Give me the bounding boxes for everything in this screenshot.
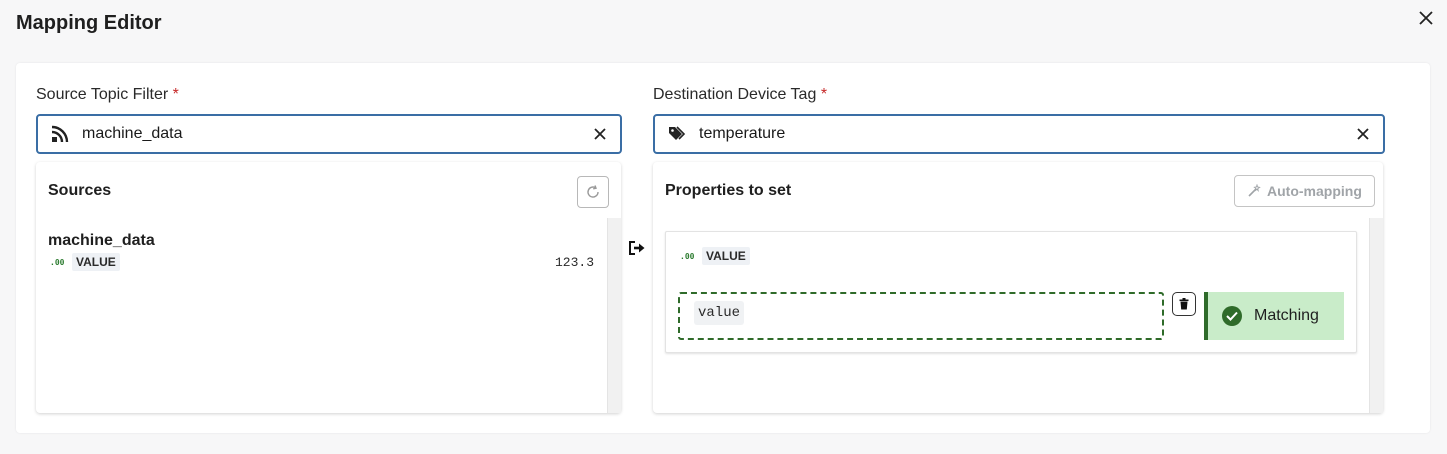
source-type-chip: VALUE (72, 253, 120, 271)
tags-icon (655, 125, 699, 143)
arrow-into-icon (627, 239, 647, 257)
auto-mapping-button[interactable]: Auto-mapping (1234, 175, 1375, 207)
properties-scrollbar[interactable] (1369, 218, 1383, 413)
destination-tag-input[interactable]: temperature (653, 114, 1385, 154)
clear-icon (1357, 128, 1369, 140)
required-mark: * (172, 86, 179, 103)
source-item-value: 123.3 (555, 255, 595, 270)
destination-tag-value: temperature (699, 125, 786, 142)
source-filter-input[interactable]: machine_data (36, 114, 622, 154)
dialog-title: Mapping Editor (16, 12, 162, 34)
rss-feed-icon (38, 125, 82, 143)
source-filter-value: machine_data (82, 125, 183, 142)
clear-icon (594, 128, 606, 140)
mapping-drop-zone[interactable] (678, 292, 1164, 340)
destination-tag-label-text: Destination Device Tag (653, 86, 817, 103)
refresh-button[interactable] (577, 176, 609, 208)
number-type-icon: .00 (680, 252, 695, 261)
close-icon (1419, 11, 1433, 25)
properties-title: Properties to set (665, 182, 792, 199)
source-filter-label: Source Topic Filter * (36, 86, 179, 104)
source-filter-label-text: Source Topic Filter (36, 86, 169, 103)
clear-destination-button[interactable] (1343, 116, 1383, 152)
matching-status: Matching (1204, 292, 1344, 340)
clear-source-button[interactable] (580, 116, 620, 152)
remove-mapping-button[interactable] (1172, 292, 1196, 316)
number-type-icon: .00 (50, 258, 65, 267)
mapped-field-chip[interactable]: value (694, 301, 745, 325)
matching-status-label: Matching (1254, 307, 1319, 324)
destination-tag-label: Destination Device Tag * (653, 86, 827, 104)
sources-title: Sources (48, 182, 112, 199)
check-circle-icon (1222, 306, 1242, 326)
property-type-chip: VALUE (702, 247, 750, 265)
trash-icon (1179, 298, 1189, 310)
sources-panel (36, 162, 621, 413)
source-item-name[interactable]: machine_data (48, 232, 155, 250)
magic-wand-icon (1248, 184, 1261, 197)
refresh-icon (587, 185, 599, 198)
close-button[interactable] (1416, 8, 1436, 28)
auto-mapping-label: Auto-mapping (1267, 183, 1362, 199)
required-mark: * (820, 86, 828, 103)
sources-scrollbar[interactable] (607, 218, 621, 413)
